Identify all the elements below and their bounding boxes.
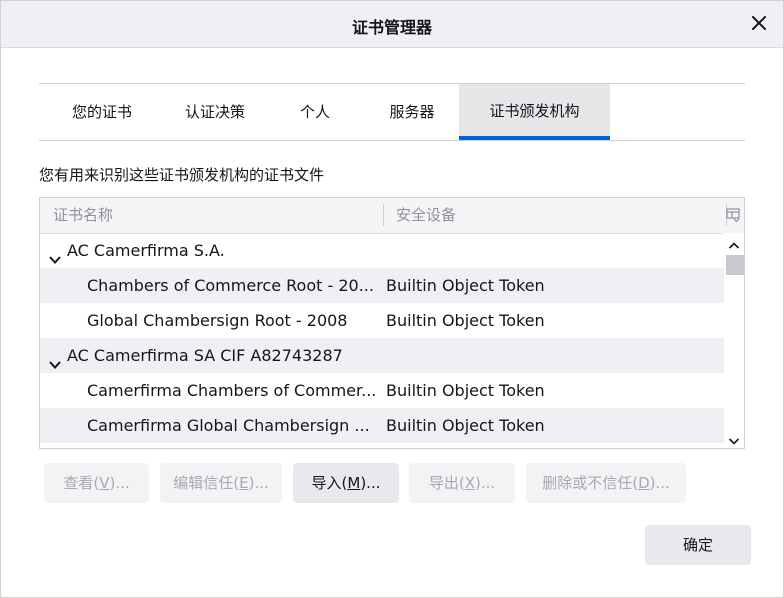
group-name: AC Camerfirma S.A. [67,241,225,260]
ok-button[interactable]: 确定 [645,525,751,565]
tab-your-certificates[interactable]: 您的证书 [39,84,165,139]
tab-people[interactable]: 个人 [265,84,365,139]
import-button-label: 导入( [311,474,348,492]
column-header-name[interactable]: 证书名称 [53,198,113,233]
tab-description: 您有用来识别这些证书颁发机构的证书文件 [39,166,325,184]
tab-strip: 您的证书 认证决策 个人 服务器 证书颁发机构 [39,83,745,141]
certificate-name: Chambers of Commerce Root - 20... [87,276,374,295]
tab-authorities[interactable]: 证书颁发机构 [459,84,610,140]
vertical-scrollbar[interactable] [724,233,744,448]
edit-trust-button-accesskey: E [239,474,249,492]
import-button-accesskey: M [347,474,361,492]
security-device: Builtin Object Token [386,276,545,295]
tree-row[interactable]: Camerfirma Chambers of Commer... Builtin… [40,373,724,408]
export-button-label: 导出( [428,474,465,492]
delete-or-distrust-button[interactable]: 删除或不信任(D)... [526,463,686,503]
column-header-device[interactable]: 安全设备 [396,198,456,233]
column-splitter[interactable] [383,204,384,226]
security-device: Builtin Object Token [386,416,545,435]
certificate-name: Camerfirma Chambers of Commer... [87,381,377,400]
import-button[interactable]: 导入(M)... [293,463,399,503]
tree-row[interactable]: Global Chambersign Root - 2008 Builtin O… [40,303,724,338]
chevron-down-icon[interactable] [48,349,62,369]
certificate-tree[interactable]: 证书名称 安全设备 AC Camerfirma S.A. Chambers of… [39,197,745,449]
view-button-suffix: )... [109,474,130,492]
chevron-up-icon[interactable] [728,237,740,249]
certificate-name: Global Chambersign Root - 2008 [87,311,348,330]
scrollbar-thumb[interactable] [726,255,744,275]
certificate-manager-dialog: 证书管理器 您的证书 认证决策 个人 服务器 证书颁发机构 您有用来识别这些证书… [0,0,784,598]
tab-servers[interactable]: 服务器 [365,84,459,139]
view-button-label: 查看( [63,474,100,492]
tree-row-group[interactable]: AC Camerfirma SA CIF A82743287 [40,338,724,373]
export-button-accesskey: X [464,474,475,492]
tree-header: 证书名称 安全设备 [40,198,744,234]
import-button-suffix: )... [360,474,381,492]
tree-rows: AC Camerfirma S.A. Chambers of Commerce … [40,233,724,443]
edit-trust-button-label: 编辑信任( [173,474,240,492]
close-icon[interactable] [749,13,769,33]
security-device: Builtin Object Token [386,311,545,330]
delete-button-label: 删除或不信任( [542,474,639,492]
dialog-title: 证书管理器 [351,18,432,37]
title-bar: 证书管理器 [1,1,783,48]
tree-row-group[interactable]: AC Camerfirma S.A. [40,233,724,268]
export-button[interactable]: 导出(X)... [409,463,515,503]
tab-authentication-decisions[interactable]: 认证决策 [165,84,265,139]
column-picker-icon[interactable] [726,207,740,223]
group-name: AC Camerfirma SA CIF A82743287 [67,346,343,365]
export-button-suffix: )... [474,474,496,492]
delete-button-suffix: )... [649,474,670,492]
security-device: Builtin Object Token [386,381,545,400]
view-button[interactable]: 查看(V)... [44,463,149,503]
chevron-down-icon[interactable] [728,432,740,445]
edit-trust-button[interactable]: 编辑信任(E)... [160,463,282,503]
edit-trust-button-suffix: )... [248,474,269,492]
certificate-name: Camerfirma Global Chambersign ... [87,416,370,435]
chevron-down-icon[interactable] [48,244,62,264]
tree-row[interactable]: Chambers of Commerce Root - 20... Builti… [40,268,724,303]
view-button-accesskey: V [99,474,110,492]
delete-button-accesskey: D [638,474,650,492]
tree-row[interactable]: Camerfirma Global Chambersign ... Builti… [40,408,724,443]
